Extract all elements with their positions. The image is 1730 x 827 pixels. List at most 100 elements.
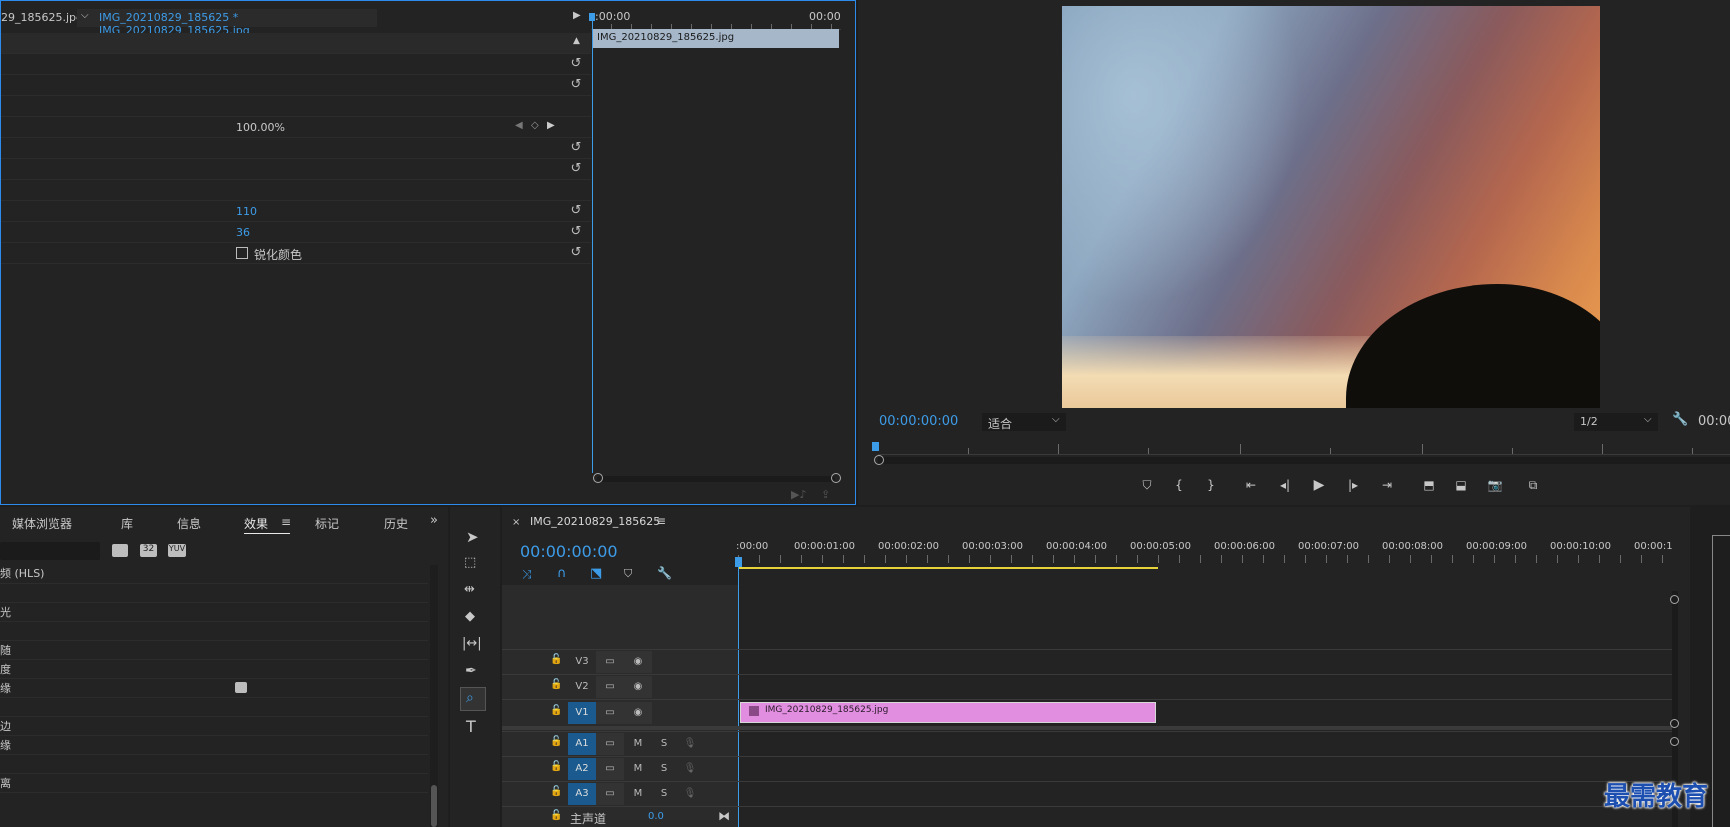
track-target-a1[interactable]: A1 <box>568 733 596 755</box>
linked-selection-icon[interactable]: ⬔ <box>590 566 602 581</box>
microphone-icon[interactable]: 🎙 <box>676 733 704 755</box>
track-target-v2[interactable]: V2 <box>568 676 596 698</box>
reset-icon[interactable]: ↺ <box>569 141 583 155</box>
list-item[interactable]: 离 <box>0 774 428 793</box>
lock-icon[interactable]: 🔓 <box>550 810 562 821</box>
lock-icon[interactable]: 🔓 <box>550 705 562 716</box>
track-target-a3[interactable]: A3 <box>568 783 596 805</box>
play-triangle-icon[interactable]: ▶ <box>573 10 581 21</box>
scale-value[interactable]: 100.00% <box>236 121 285 134</box>
play-icon[interactable]: ▶ <box>1306 474 1332 496</box>
mini-clip-bar[interactable]: IMG_20210829_185625.jpg <box>593 29 839 48</box>
mini-zoom-scrollbar[interactable] <box>593 473 841 483</box>
track-target-a2[interactable]: A2 <box>568 758 596 780</box>
zoom-tool-button[interactable]: ⌕ <box>460 687 486 711</box>
eye-icon[interactable]: ◉ <box>624 702 652 724</box>
sync-lock-icon[interactable]: ▭ <box>596 702 624 724</box>
solo-button[interactable]: S <box>650 783 678 805</box>
mini-ruler[interactable]: :00:00 00:00 <box>591 1 841 30</box>
effects-search-input[interactable] <box>0 542 100 560</box>
mini-playhead[interactable] <box>592 13 593 473</box>
resolution-dropdown[interactable]: 1/2 ⌵ <box>1574 413 1658 431</box>
sequence-menu-icon[interactable]: ≡ <box>656 514 666 528</box>
microphone-icon[interactable]: 🎙 <box>676 758 704 780</box>
eye-icon[interactable]: ◉ <box>624 676 652 698</box>
track-target-v3[interactable]: V3 <box>568 651 596 673</box>
vscroll-handle-mid[interactable] <box>1670 719 1679 728</box>
32bit-badge[interactable]: 32 <box>140 544 157 557</box>
next-keyframe-icon[interactable]: ▶ <box>547 120 555 131</box>
pen-tool-icon[interactable]: ✒ <box>465 663 477 679</box>
timeline-settings-wrench-icon[interactable]: 🔧 <box>657 566 672 580</box>
sharpen-checkbox[interactable] <box>236 247 248 259</box>
add-keyframe-icon[interactable]: ◇ <box>531 120 539 131</box>
solo-button[interactable]: S <box>650 733 678 755</box>
tab-info[interactable]: 信息 <box>177 515 201 532</box>
mini-playhead-handle[interactable] <box>589 13 595 21</box>
accelerated-effects-icon[interactable] <box>112 544 128 557</box>
button-editor-icon[interactable]: ⧉ <box>1520 474 1546 496</box>
scroll-handle-left[interactable] <box>874 455 884 465</box>
step-forward-icon[interactable]: |▸ <box>1340 474 1366 496</box>
vscroll-handle-low[interactable] <box>1670 737 1679 746</box>
sync-lock-icon[interactable]: ▭ <box>596 733 624 755</box>
reset-icon[interactable]: ↺ <box>569 78 583 92</box>
lock-icon[interactable]: 🔓 <box>550 654 562 665</box>
razor-tool-icon[interactable]: ◆ <box>465 609 475 624</box>
timeline-timecode[interactable]: 00:00:00:00 <box>520 542 618 561</box>
track-select-tool-icon[interactable]: ⬚ <box>464 555 476 570</box>
effects-scrollbar[interactable] <box>430 565 438 827</box>
lock-icon[interactable]: 🔓 <box>550 679 562 690</box>
master-volume-value[interactable]: 0.0 <box>648 811 664 822</box>
fit-dropdown[interactable]: 适合 ⌵ <box>982 413 1066 431</box>
list-item[interactable]: 缘 <box>0 736 428 755</box>
program-scrollbar[interactable] <box>874 455 1730 465</box>
nest-toggle-icon[interactable]: ⤨ <box>522 567 532 582</box>
lift-icon[interactable]: ⬒ <box>1416 474 1442 496</box>
program-ruler[interactable] <box>878 440 1730 455</box>
program-playhead-handle[interactable] <box>872 442 879 451</box>
zoom-handle-right[interactable] <box>831 473 841 483</box>
work-area-bar[interactable] <box>738 567 1158 569</box>
mute-button[interactable]: M <box>624 733 652 755</box>
sync-lock-icon[interactable]: ▭ <box>596 651 624 673</box>
list-item[interactable] <box>0 755 428 774</box>
tab-effects[interactable]: 效果 <box>244 515 268 532</box>
list-item[interactable]: 频 (HLS) <box>0 565 428 584</box>
zoom-handle-left[interactable] <box>593 473 603 483</box>
wrench-icon[interactable]: 🔧 <box>1672 412 1688 427</box>
list-item[interactable]: 边 <box>0 717 428 736</box>
vscroll-handle-top[interactable] <box>1670 595 1679 604</box>
list-item[interactable] <box>0 584 428 603</box>
reset-icon[interactable]: ↺ <box>569 57 583 71</box>
list-item[interactable] <box>0 698 428 717</box>
video-clip[interactable]: IMG_20210829_185625.jpg <box>740 702 1156 723</box>
sync-lock-icon[interactable]: ▭ <box>596 783 624 805</box>
source-clip-tab[interactable]: 29_185625.jpg <box>1 11 83 24</box>
timeline-marker-icon[interactable]: ⛉ <box>624 567 632 581</box>
more-tabs-icon[interactable]: » <box>430 513 438 528</box>
tab-markers[interactable]: 标记 <box>315 515 339 532</box>
tab-media-browser[interactable]: 媒体浏览器 <box>12 515 72 532</box>
reset-icon[interactable]: ↺ <box>569 204 583 218</box>
lock-icon[interactable]: 🔓 <box>550 761 562 772</box>
prev-keyframe-icon[interactable]: ◀ <box>515 120 523 131</box>
effects-scroll-thumb[interactable] <box>431 785 437 827</box>
add-marker-icon[interactable]: ⛉ <box>1134 474 1160 496</box>
close-tab-icon[interactable]: × <box>512 517 520 528</box>
yuv-badge[interactable]: YUV <box>168 544 186 557</box>
sequence-tab-name[interactable]: IMG_20210829_185625 <box>530 515 660 528</box>
type-tool-icon[interactable]: T <box>466 717 476 736</box>
mark-out-icon[interactable]: } <box>1198 474 1224 496</box>
timeline-playhead-handle[interactable] <box>735 557 742 567</box>
list-item[interactable] <box>0 622 428 641</box>
value-36[interactable]: 36 <box>236 226 250 239</box>
panel-menu-icon[interactable]: ≡ <box>281 515 291 529</box>
mute-button[interactable]: M <box>624 783 652 805</box>
filter-audio-icon[interactable]: ▶♪ <box>791 488 806 501</box>
solo-button[interactable]: S <box>650 758 678 780</box>
microphone-icon[interactable]: 🎙 <box>676 783 704 805</box>
program-timecode[interactable]: 00:00:00:00 <box>879 414 958 429</box>
sync-lock-icon[interactable]: ▭ <box>596 758 624 780</box>
lock-icon[interactable]: 🔓 <box>550 736 562 747</box>
